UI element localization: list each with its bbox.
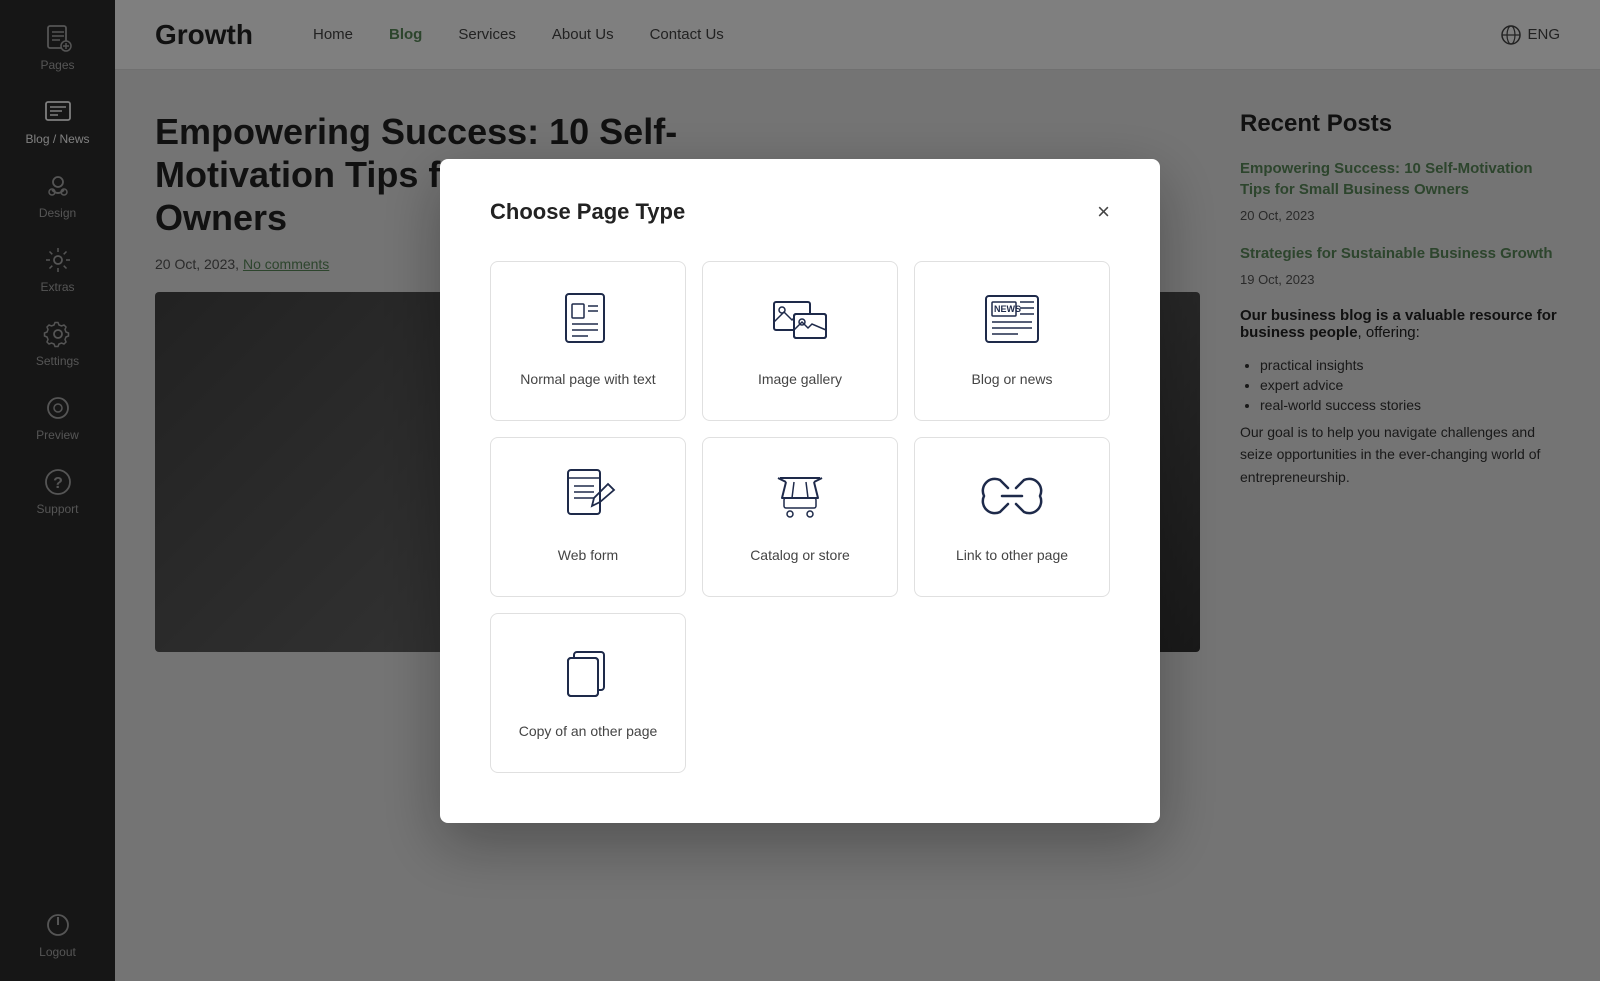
web-form-icon: [554, 462, 622, 530]
page-type-gallery[interactable]: Image gallery: [702, 261, 898, 421]
modal-grid-row2: Web form Catalog or store: [490, 437, 1110, 597]
svg-text:NEWS: NEWS: [994, 304, 1021, 314]
empty-slot-1: [702, 613, 898, 773]
link-icon: [978, 462, 1046, 530]
blog-news-label: Blog or news: [972, 370, 1053, 390]
modal-header: Choose Page Type ×: [490, 199, 1110, 225]
choose-page-type-modal: Choose Page Type × Normal page with text: [440, 159, 1160, 823]
page-type-webform[interactable]: Web form: [490, 437, 686, 597]
page-type-copy[interactable]: Copy of an other page: [490, 613, 686, 773]
image-gallery-label: Image gallery: [758, 370, 842, 390]
page-type-normal[interactable]: Normal page with text: [490, 261, 686, 421]
empty-slot-2: [914, 613, 1110, 773]
normal-page-icon: [554, 286, 622, 354]
catalog-icon: [766, 462, 834, 530]
copy-icon: [554, 638, 622, 706]
modal-close-button[interactable]: ×: [1097, 201, 1110, 223]
image-gallery-icon: [766, 286, 834, 354]
link-label: Link to other page: [956, 546, 1068, 566]
page-type-blog[interactable]: NEWS Blog or news: [914, 261, 1110, 421]
normal-page-label: Normal page with text: [520, 370, 655, 390]
blog-news-icon: NEWS: [978, 286, 1046, 354]
modal-grid-row1: Normal page with text Image gallery NEWS: [490, 261, 1110, 421]
copy-label: Copy of an other page: [519, 722, 658, 742]
catalog-label: Catalog or store: [750, 546, 850, 566]
page-type-link[interactable]: Link to other page: [914, 437, 1110, 597]
modal-title: Choose Page Type: [490, 199, 685, 225]
page-type-catalog[interactable]: Catalog or store: [702, 437, 898, 597]
web-form-label: Web form: [558, 546, 618, 566]
modal-grid-row3: Copy of an other page: [490, 613, 1110, 773]
